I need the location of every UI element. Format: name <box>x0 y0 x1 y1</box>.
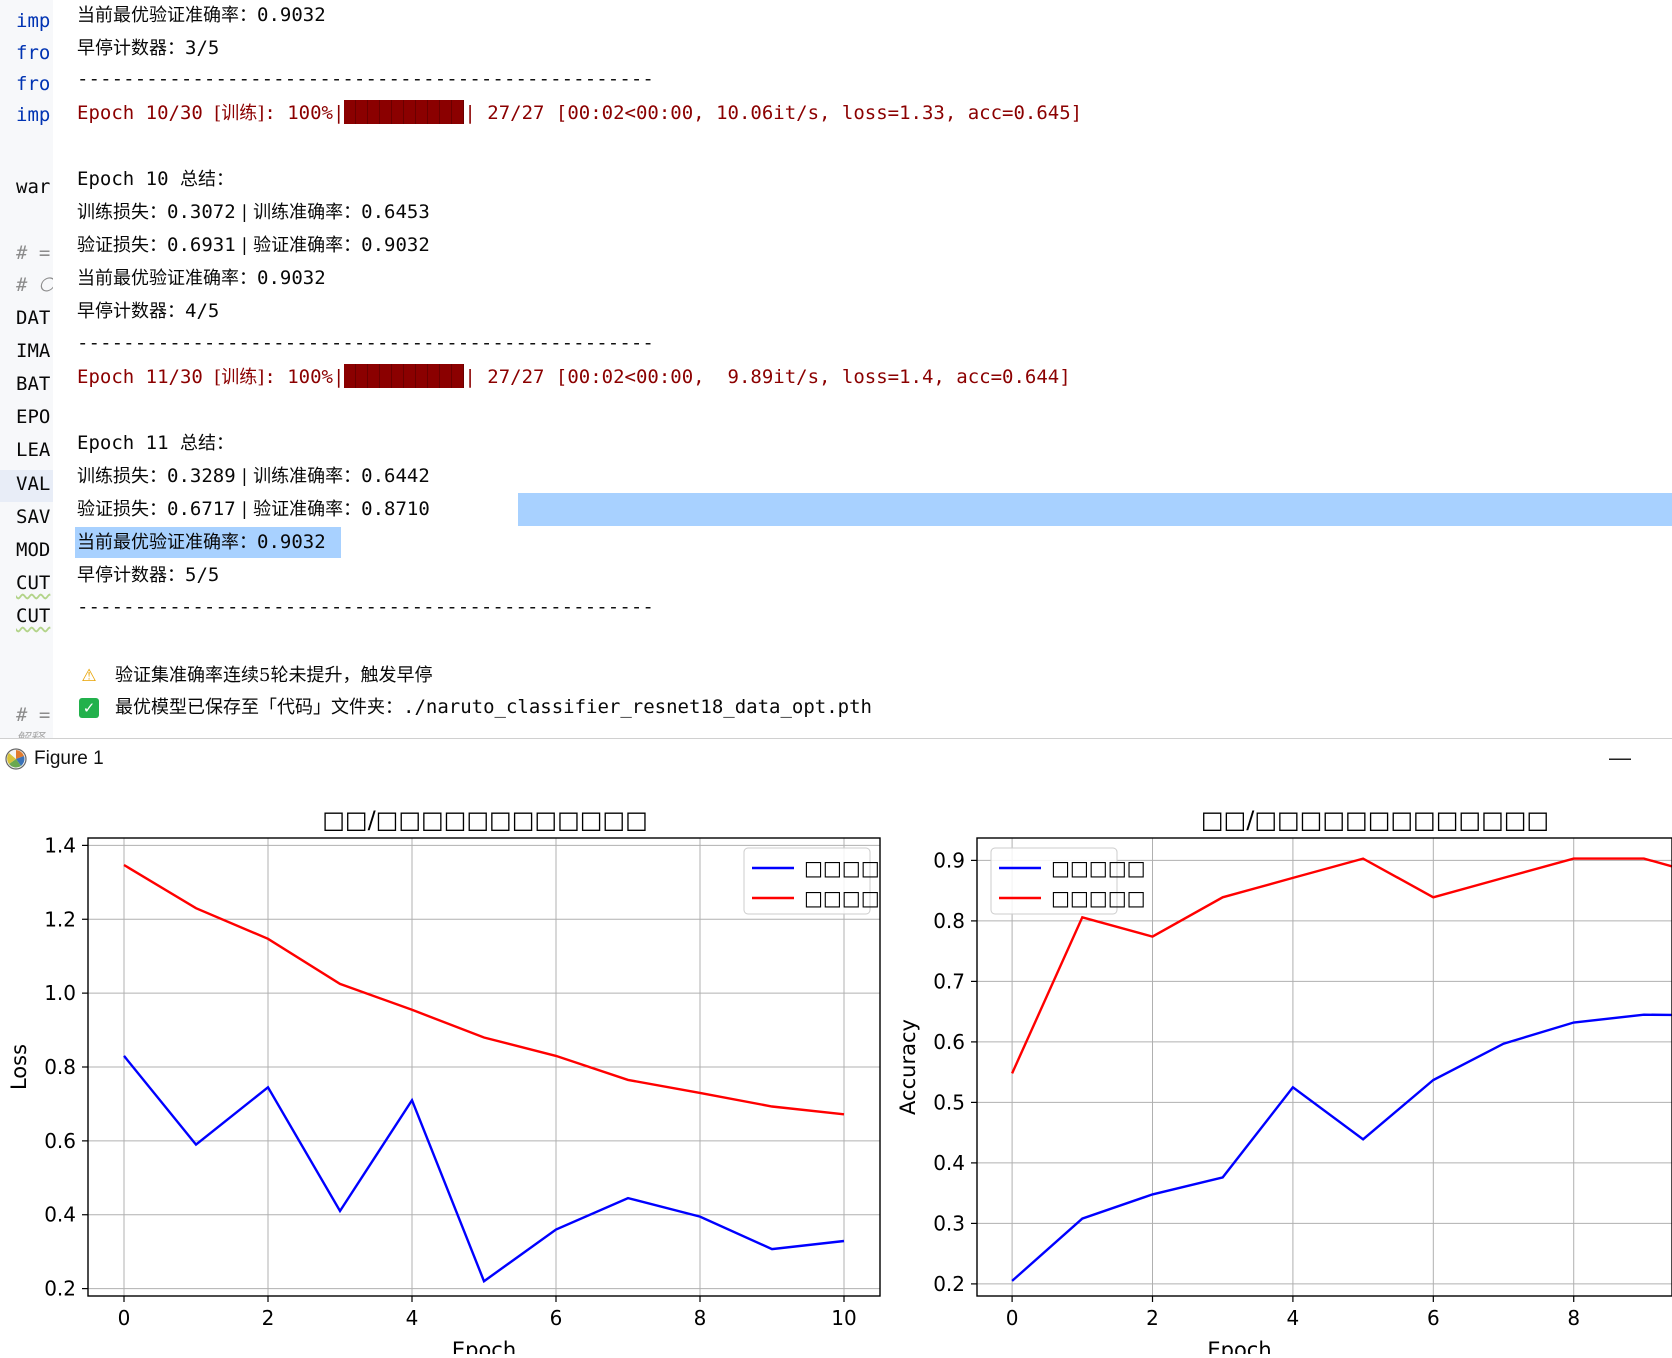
figure-plots: 0 2 4 6 8 10 0.2 0.4 0.6 0.8 1.0 1.2 1.4 Epoch Loss □□/… <box>7 806 1672 1358</box>
code-line[interactable]: fro <box>16 73 50 95</box>
y-tick-label: 0.4 <box>44 1203 76 1227</box>
progress-line-epoch11: Epoch 11/30 [训练]: 100%| | 27/27 [00:02<00… <box>77 364 1071 388</box>
y-tick-label: 0.2 <box>44 1277 76 1301</box>
model-saved-message: 最优模型已保存至「代码」文件夹：./naruto_classifier_resn… <box>115 696 872 718</box>
progress-line-epoch10: Epoch 10/30 [训练]: 100%| | 27/27 [00:02<00… <box>77 100 1083 124</box>
console-line: 早停计数器：3/5 <box>77 37 220 59</box>
x-tick-label: 6 <box>1427 1306 1440 1330</box>
legend-label: □□□□□ <box>1051 856 1145 880</box>
legend-label: □□□□□ <box>1051 886 1145 910</box>
code-line[interactable]: # = <box>16 704 50 726</box>
y-tick-label: 1.2 <box>44 907 76 931</box>
y-axis-label: Accuracy <box>896 1019 920 1115</box>
figure-canvas: 0 2 4 6 8 10 0.2 0.4 0.6 0.8 1.0 1.2 1.4 Epoch Loss □□/… <box>0 782 1672 1358</box>
x-tick-label: 0 <box>118 1306 131 1330</box>
chart-acc: 0 2 4 6 8 0.2 0.3 0.4 0.5 0.6 0.7 0.8 0.9 Epoch Accura… <box>896 806 1672 1358</box>
epoch-summary-heading: Epoch 10 总结： <box>77 168 234 190</box>
code-line[interactable]: CUT <box>16 605 50 627</box>
series-line-0 <box>123 1055 845 1284</box>
console-line: 早停计数器：4/5 <box>77 300 220 322</box>
x-tick-label: 0 <box>1006 1306 1019 1330</box>
epoch-summary-heading: Epoch 11 总结： <box>77 432 234 454</box>
x-tick-label: 8 <box>694 1306 707 1330</box>
console-line: 当前最优验证准确率：0.9032 <box>77 531 326 553</box>
y-tick-label: 0.4 <box>933 1151 965 1175</box>
separator-line: ----------------------------------------… <box>77 596 654 618</box>
code-line[interactable]: imp <box>16 104 50 126</box>
code-line[interactable]: MOD <box>16 539 50 561</box>
console-line: 当前最优验证准确率：0.9032 <box>77 4 326 26</box>
y-tick-label: 0.3 <box>933 1211 965 1235</box>
chart-title: □□/□□□□□□□□□□□□□ <box>1201 806 1549 834</box>
legend-label: □□□□ <box>804 886 880 910</box>
console-line: 训练损失：0.3072 | 训练准确率：0.6453 <box>77 201 430 223</box>
warning-icon: ⚠ <box>81 666 97 686</box>
early-stop-message: 验证集准确率连续5轮未提升，触发早停 <box>115 665 433 686</box>
console-line: 验证损失：0.6717 | 验证准确率：0.8710 <box>77 498 430 520</box>
x-tick-label: 4 <box>406 1306 419 1330</box>
code-line[interactable]: 解释 <box>16 728 44 738</box>
figure-window-titlebar[interactable]: Figure 1 — <box>0 738 1672 782</box>
y-tick-label: 0.6 <box>933 1030 965 1054</box>
text-selection <box>518 493 1672 526</box>
minimize-button[interactable]: — <box>1600 743 1640 777</box>
run-console[interactable]: 当前最优验证准确率：0.9032 早停计数器：3/5 -------------… <box>53 0 1672 738</box>
code-line[interactable]: # 🞅 <box>16 274 53 296</box>
editor-gutter: imp fro fro imp war # = # 🞅 DAT IMA BAT … <box>0 0 54 738</box>
y-tick-label: 0.8 <box>44 1055 76 1079</box>
code-line[interactable]: DAT <box>16 307 50 329</box>
code-line[interactable]: # = <box>16 242 50 264</box>
separator-line: ----------------------------------------… <box>77 68 654 90</box>
chart-title: □□/□□□□□□□□□□□□ <box>322 806 648 834</box>
chart-loss: 0 2 4 6 8 10 0.2 0.4 0.6 0.8 1.0 1.2 1.4 Epoch Loss □□/… <box>7 806 881 1358</box>
code-line[interactable]: imp <box>16 10 50 32</box>
y-axis-label: Loss <box>7 1044 31 1090</box>
x-tick-label: 8 <box>1567 1306 1580 1330</box>
console-line: 早停计数器：5/5 <box>77 564 220 586</box>
legend-label: □□□□ <box>804 856 880 880</box>
x-tick-label: 10 <box>831 1306 856 1330</box>
figure-window-title: Figure 1 <box>34 748 104 769</box>
y-tick-label: 0.5 <box>933 1090 965 1114</box>
code-line[interactable]: VAL <box>16 473 50 495</box>
legend: □□□□□ □□□□□ <box>990 847 1145 915</box>
code-line[interactable]: fro <box>16 42 50 64</box>
y-tick-label: 1.0 <box>44 981 76 1005</box>
series-line-0 <box>1011 1013 1672 1282</box>
console-line: 训练损失：0.3289 | 训练准确率：0.6442 <box>77 465 430 487</box>
separator-line: ----------------------------------------… <box>77 332 654 354</box>
progress-bar <box>344 100 465 124</box>
check-icon: ✓ <box>79 698 99 718</box>
x-tick-label: 6 <box>550 1306 563 1330</box>
code-line[interactable]: EPO <box>16 406 50 428</box>
x-tick-label: 4 <box>1287 1306 1300 1330</box>
code-line[interactable]: BAT <box>16 373 50 395</box>
code-line[interactable]: SAV <box>16 506 50 528</box>
y-tick-label: 0.7 <box>933 969 965 993</box>
console-line: 当前最优验证准确率：0.9032 <box>77 267 326 289</box>
x-tick-label: 2 <box>1146 1306 1159 1330</box>
y-tick-label: 0.6 <box>44 1129 76 1153</box>
code-line[interactable]: war <box>16 176 50 198</box>
y-tick-label: 0.2 <box>933 1272 965 1296</box>
code-line[interactable]: IMA <box>16 340 50 362</box>
y-tick-label: 0.8 <box>933 909 965 933</box>
code-line[interactable]: CUT <box>16 572 50 594</box>
y-tick-label: 1.4 <box>44 833 76 857</box>
console-line: 验证损失：0.6931 | 验证准确率：0.9032 <box>77 234 430 256</box>
x-tick-label: 2 <box>262 1306 275 1330</box>
matplotlib-icon <box>5 748 27 770</box>
y-tick-label: 0.9 <box>933 848 965 872</box>
x-axis-label: Epoch <box>452 1338 516 1354</box>
progress-bar <box>344 364 465 388</box>
series-line-1 <box>123 863 845 1116</box>
code-line[interactable]: LEA <box>16 439 50 461</box>
x-axis-label: Epoch <box>1207 1338 1271 1354</box>
legend: □□□□ □□□□ <box>743 847 880 915</box>
